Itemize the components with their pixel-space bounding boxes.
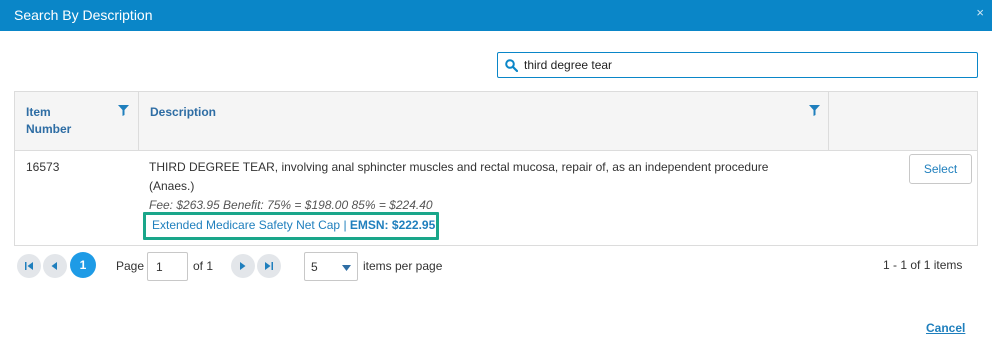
column-header-description[interactable]: Description — [150, 104, 216, 121]
page-size-value: 5 — [311, 260, 318, 274]
description-cell: THIRD DEGREE TEAR, involving anal sphinc… — [149, 160, 769, 174]
dialog-titlebar: Search By Description × — [0, 0, 992, 31]
page-count-label: of 1 — [193, 259, 214, 273]
current-page-button[interactable]: 1 — [70, 252, 96, 278]
column-divider — [828, 92, 829, 151]
select-button[interactable]: Select — [909, 154, 972, 184]
page-label: Page — [116, 259, 145, 273]
dialog-title: Search By Description — [14, 7, 153, 23]
next-page-icon — [240, 262, 246, 270]
filter-icon[interactable] — [118, 105, 129, 116]
last-page-button[interactable] — [257, 254, 281, 278]
page-size-dropdown[interactable]: 5 — [304, 252, 358, 281]
grid-header: Item Number Description — [15, 92, 977, 151]
column-header-item-number[interactable]: Item Number — [26, 104, 96, 138]
column-divider — [138, 92, 139, 151]
chevron-down-icon — [342, 265, 351, 271]
last-page-icon — [265, 262, 273, 270]
first-page-icon — [25, 262, 33, 270]
pager-summary: 1 - 1 of 1 items — [883, 258, 963, 272]
first-page-button[interactable] — [17, 254, 41, 278]
filter-icon[interactable] — [809, 105, 820, 116]
search-icon — [505, 59, 518, 72]
cancel-link[interactable]: Cancel — [926, 321, 965, 335]
previous-page-button[interactable] — [43, 254, 67, 278]
item-number-cell: 16573 — [26, 160, 60, 174]
anaes-label: (Anaes.) — [149, 179, 195, 193]
items-per-page-label: items per page — [363, 259, 443, 273]
close-icon[interactable]: × — [976, 6, 984, 19]
emsn-highlight-box: Extended Medicare Safety Net Cap | EMSN:… — [143, 212, 439, 240]
next-page-button[interactable] — [231, 254, 255, 278]
emsn-link[interactable]: Extended Medicare Safety Net Cap | EMSN:… — [152, 218, 435, 232]
emsn-link-label: Extended Medicare Safety Net Cap | — [152, 218, 350, 232]
previous-page-icon — [51, 262, 57, 270]
search-box[interactable] — [497, 52, 978, 78]
results-grid: Item Number Description 16573 THIRD DEGR… — [14, 91, 978, 246]
page-number-input[interactable]: 1 — [147, 252, 188, 281]
emsn-value: EMSN: $222.95 — [349, 218, 436, 232]
search-input[interactable] — [524, 56, 964, 74]
